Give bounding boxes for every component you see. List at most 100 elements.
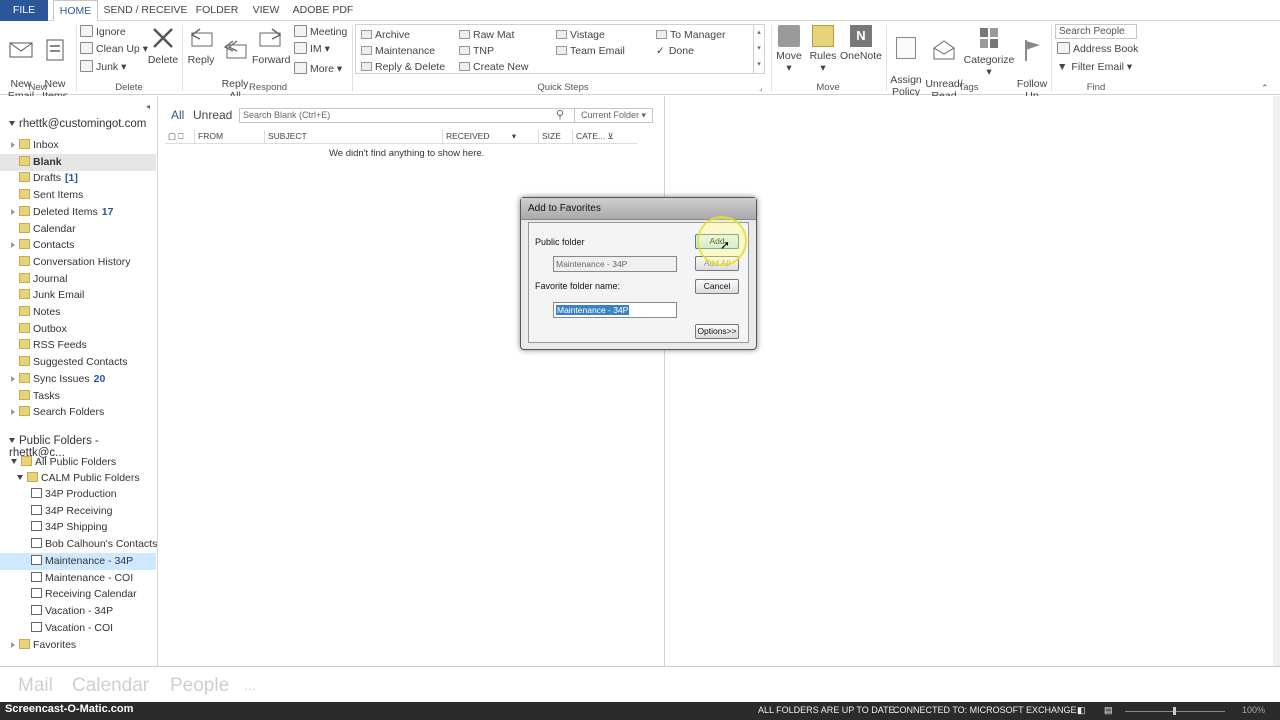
nav-mail[interactable]: Mail <box>18 675 53 697</box>
forward-button[interactable]: Forward <box>252 23 291 66</box>
folder-item[interactable]: Tasks <box>0 388 156 405</box>
meeting-button[interactable]: Meeting <box>294 24 347 40</box>
expand-arrow-icon[interactable] <box>11 375 15 382</box>
quick-step-vistage[interactable]: Vistage <box>556 29 605 41</box>
search-box[interactable]: Search Blank (Ctrl+E) ⚲ Current Folder ▾ <box>239 108 653 123</box>
folder-item[interactable]: Drafts [1] <box>0 170 156 187</box>
expand-arrow-icon[interactable] <box>11 242 15 249</box>
collapse-ribbon-icon[interactable]: ⌃ <box>1261 83 1269 94</box>
expand-arrow-icon[interactable] <box>11 208 15 215</box>
nav-people[interactable]: People <box>170 675 229 697</box>
folder-item[interactable]: Conversation History <box>0 254 156 271</box>
quick-step-tnp[interactable]: TNP <box>459 45 494 57</box>
public-folder-item[interactable]: Bob Calhoun's Contacts <box>0 536 157 553</box>
expand-arrow-icon[interactable] <box>11 142 15 148</box>
calm-public-folders[interactable]: CALM Public Folders <box>0 470 156 487</box>
quick-step-to-manager[interactable]: To Manager <box>656 29 725 41</box>
tab-file[interactable]: FILE <box>0 0 48 21</box>
folder-item[interactable]: Calendar <box>0 221 156 238</box>
public-folder-item[interactable]: Maintenance - COI <box>0 570 156 587</box>
folder-item[interactable]: Sync Issues 20 <box>0 371 156 388</box>
folder-item[interactable]: Contacts <box>0 237 156 254</box>
public-folder-item[interactable]: Vacation - COI <box>0 620 156 637</box>
quick-step-maintenance[interactable]: Maintenance <box>361 45 435 57</box>
filter-email-button[interactable]: ▼ Filter Email ▾ <box>1057 59 1132 75</box>
quick-step-archive[interactable]: Archive <box>361 29 410 41</box>
tab-send-receive[interactable]: SEND / RECEIVE <box>103 0 188 21</box>
favorite-folder-name-input[interactable]: Maintenance - 34P <box>553 302 677 318</box>
folder-item[interactable]: Search Folders <box>0 404 156 421</box>
icon-columns[interactable]: ▢ ⎕ <box>165 130 195 143</box>
favorites-folder[interactable]: Favorites <box>0 637 156 654</box>
folder-item[interactable]: Suggested Contacts <box>0 354 156 371</box>
folder-item[interactable]: Notes <box>0 304 156 321</box>
folder-item[interactable]: Sent Items <box>0 187 156 204</box>
quick-step-reply-delete[interactable]: Reply & Delete <box>361 61 445 73</box>
quick-step-team-email[interactable]: Team Email <box>556 45 625 57</box>
onenote-button[interactable]: N OneNote <box>838 23 884 62</box>
ignore-button[interactable]: Ignore <box>80 24 126 40</box>
collapse-pane-icon[interactable]: ◂ <box>146 102 150 111</box>
junk-button[interactable]: Junk ▾ <box>80 59 126 75</box>
search-icon[interactable]: ⚲ <box>556 108 564 121</box>
nav-calendar[interactable]: Calendar <box>72 675 149 697</box>
column-received[interactable]: RECEIVED ▾ <box>443 130 539 143</box>
account-header[interactable]: rhettk@customingot.com <box>9 118 146 130</box>
filter-unread[interactable]: Unread <box>193 108 232 122</box>
reply-button[interactable]: Reply <box>186 23 216 66</box>
public-folder-item[interactable]: 34P Shipping <box>0 519 156 536</box>
search-scope-dropdown[interactable]: Current Folder ▾ <box>574 109 653 122</box>
folder-item[interactable]: Inbox <box>0 137 156 154</box>
search-people-input[interactable]: Search People <box>1055 24 1137 39</box>
folder-item[interactable]: Blank <box>0 153 156 171</box>
dialog-launcher-icon[interactable]: ⌟ <box>759 83 763 92</box>
reading-view-icon[interactable]: ▤ <box>1104 705 1113 716</box>
nav-more[interactable]: ... <box>244 677 256 693</box>
quick-step-raw-mat[interactable]: Raw Mat <box>459 29 514 41</box>
column-categories[interactable]: CATE... ⊻ <box>573 130 637 143</box>
categorize-icon <box>976 25 1002 51</box>
folder-item[interactable]: Junk Email <box>0 287 156 304</box>
address-book-button[interactable]: Address Book <box>1057 41 1138 57</box>
public-folder-item[interactable]: Receiving Calendar <box>0 586 156 603</box>
quick-step-create-new[interactable]: Create New <box>459 61 528 73</box>
public-folder-item[interactable]: Vacation - 34P <box>0 603 156 620</box>
public-folder-item[interactable]: 34P Receiving <box>0 503 156 520</box>
all-public-folders[interactable]: All Public Folders <box>0 454 156 471</box>
categorize-button[interactable]: Categorize ▾ <box>963 23 1015 78</box>
public-folder-item[interactable]: 34P Production <box>0 486 156 503</box>
tab-folder[interactable]: FOLDER <box>194 0 240 21</box>
tab-view[interactable]: VIEW <box>247 0 285 21</box>
column-subject[interactable]: SUBJECT <box>265 130 443 143</box>
policy-icon <box>896 37 916 59</box>
public-folder-item[interactable]: Maintenance - 34P <box>0 552 156 570</box>
filter-all[interactable]: All <box>171 108 184 122</box>
folder-item[interactable]: RSS Feeds <box>0 337 156 354</box>
normal-view-icon[interactable]: ◧ <box>1077 705 1086 716</box>
tab-adobe-pdf[interactable]: ADOBE PDF <box>292 0 354 21</box>
quick-step-done[interactable]: ✓ Done <box>656 45 694 57</box>
clean-up-button[interactable]: Clean Up ▾ <box>80 41 148 57</box>
column-from[interactable]: FROM <box>195 130 265 143</box>
search-input[interactable]: Search Blank (Ctrl+E) <box>243 110 330 120</box>
folder-item[interactable]: Outbox <box>0 321 156 338</box>
folder-item[interactable]: Journal <box>0 271 156 288</box>
folder-item[interactable]: Deleted Items 17 <box>0 204 156 221</box>
options-button[interactable]: Options>> <box>695 324 739 339</box>
expand-arrow-icon[interactable] <box>11 409 15 416</box>
more-button[interactable]: More ▾ <box>294 61 342 77</box>
cancel-button[interactable]: Cancel <box>695 279 739 294</box>
move-button[interactable]: Move ▾ <box>774 23 804 74</box>
quick-steps-scroll[interactable]: ▴ ▾ ▾ <box>753 25 764 73</box>
unread-count-badge: 17 <box>101 205 114 218</box>
folder-label: CALM Public Folders <box>41 472 140 484</box>
scrollbar[interactable] <box>1273 96 1280 666</box>
rules-button[interactable]: Rules ▾ <box>808 23 838 74</box>
column-size[interactable]: SIZE <box>539 130 573 143</box>
tab-home[interactable]: HOME <box>53 0 98 22</box>
delete-x-icon <box>150 25 176 51</box>
im-button[interactable]: IM ▾ <box>294 41 330 57</box>
delete-button[interactable]: Delete <box>146 23 180 66</box>
clean-up-label: Clean Up <box>96 43 140 55</box>
zoom-thumb[interactable] <box>1173 707 1176 715</box>
